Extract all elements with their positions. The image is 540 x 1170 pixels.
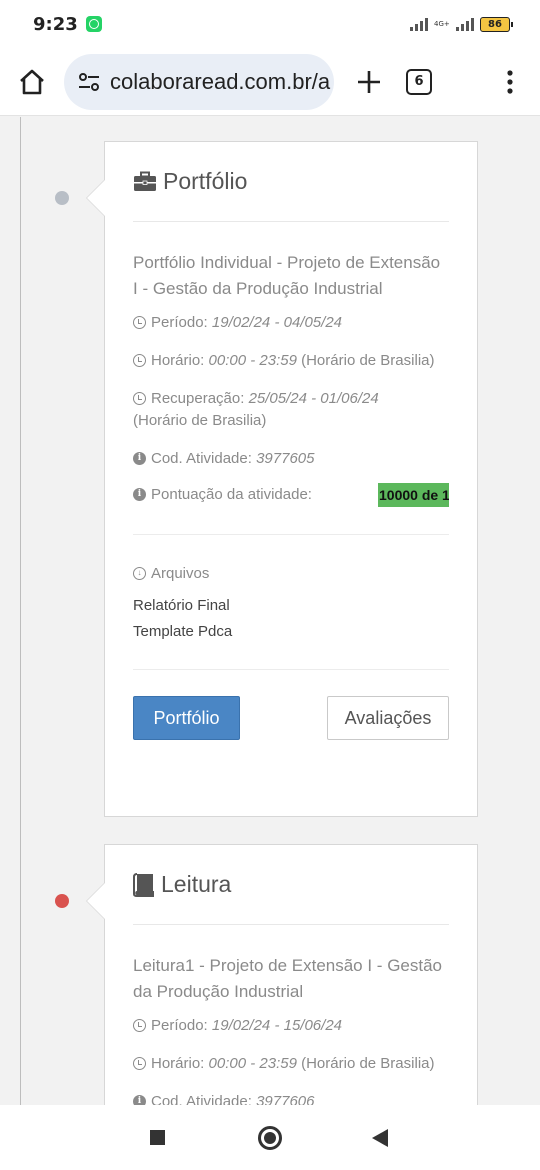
activity-title: Leitura1 - Projeto de Extensão I - Gestã… xyxy=(133,956,443,1001)
cell-signal-icon xyxy=(456,17,474,31)
card-type-label: Leitura xyxy=(161,871,232,897)
pontuacao-label: Pontuação da atividade: xyxy=(151,486,312,503)
recuperacao-label: Recuperação: xyxy=(151,390,245,407)
battery-icon: 86 xyxy=(480,16,513,32)
cod-atividade-row: i Cod. Atividade: 3977606 xyxy=(133,1091,449,1105)
periodo-row: Período: 19/02/24 - 04/05/24 xyxy=(133,312,449,334)
home-circle-icon[interactable] xyxy=(258,1126,282,1150)
timeline-card-leitura: Leitura Leitura1 - Projeto de Extensão I… xyxy=(86,844,478,1105)
clock-icon xyxy=(133,354,146,367)
info-icon: i xyxy=(133,452,146,465)
recuperacao-note: (Horário de Brasilia) xyxy=(133,412,267,429)
card-pointer xyxy=(86,882,105,920)
avaliacoes-button[interactable]: Avaliações xyxy=(327,696,449,740)
page-content: Portfólio Portfólio Individual - Projeto… xyxy=(0,117,540,1105)
whatsapp-icon xyxy=(85,16,102,32)
briefcase-icon xyxy=(134,171,156,191)
horario-value: 00:00 - 23:59 xyxy=(208,352,297,369)
tab-switcher-button[interactable]: 6 xyxy=(406,68,432,95)
clock-icon xyxy=(133,316,146,329)
cod-value: 3977605 xyxy=(256,450,315,467)
recuperacao-value: 25/05/24 - 01/06/24 xyxy=(248,390,379,407)
info-icon: i xyxy=(133,488,146,501)
network-type-label: 4G+ xyxy=(434,19,450,28)
activity-title: Portfólio Individual - Projeto de Extens… xyxy=(133,253,441,298)
more-vert-icon xyxy=(507,69,513,94)
address-bar[interactable]: colaboraread.com.br/a xyxy=(64,53,334,110)
card-header: Portfólio xyxy=(133,142,449,222)
horario-note: (Horário de Brasilia) xyxy=(301,352,435,369)
url-text[interactable]: colaboraread.com.br/a xyxy=(110,69,330,95)
home-button[interactable] xyxy=(0,48,64,116)
horario-note: (Horário de Brasilia) xyxy=(301,1055,435,1072)
cod-label: Cod. Atividade: xyxy=(151,1093,252,1105)
periodo-value: 19/02/24 - 15/06/24 xyxy=(211,1017,342,1034)
file-link[interactable]: Relatório Final xyxy=(133,593,449,619)
status-bar: 9:23 4G+ 86 xyxy=(0,0,540,48)
timeline-dot xyxy=(55,894,69,908)
timeline-card-portfolio: Portfólio Portfólio Individual - Projeto… xyxy=(86,141,478,817)
file-list: Relatório Final Template Pdca xyxy=(133,593,449,645)
horario-row: Horário: 00:00 - 23:59 (Horário de Brasi… xyxy=(133,1053,449,1075)
horario-label: Horário: xyxy=(151,352,205,369)
browser-toolbar: colaboraread.com.br/a 6 xyxy=(0,48,540,116)
horario-value: 00:00 - 23:59 xyxy=(208,1055,297,1072)
card-pointer xyxy=(86,179,105,217)
horario-row: Horário: 00:00 - 23:59 (Horário de Brasi… xyxy=(133,350,449,372)
recuperacao-note-row: (Horário de Brasilia) xyxy=(133,410,449,432)
info-icon: i xyxy=(133,1095,146,1105)
periodo-row: Período: 19/02/24 - 15/06/24 xyxy=(133,1015,449,1037)
book-icon xyxy=(133,872,154,897)
timeline-dot xyxy=(55,191,69,205)
action-buttons: Portfólio Avaliações xyxy=(133,696,449,740)
clock-icon xyxy=(133,1057,146,1070)
timeline-line xyxy=(20,117,21,1105)
periodo-value: 19/02/24 - 04/05/24 xyxy=(211,314,342,331)
home-icon xyxy=(20,69,44,94)
arquivos-label: Arquivos xyxy=(151,565,210,582)
score-badge: 10000 de 1 xyxy=(378,483,449,507)
horario-label: Horário: xyxy=(151,1055,205,1072)
section-divider xyxy=(133,669,449,670)
portfolio-button[interactable]: Portfólio xyxy=(133,696,240,740)
card-type-label: Portfólio xyxy=(163,168,248,194)
card-header: Leitura xyxy=(133,845,449,925)
recuperacao-row: Recuperação: 25/05/24 - 01/06/24 xyxy=(133,388,449,410)
cod-label: Cod. Atividade: xyxy=(151,450,252,467)
cod-value: 3977606 xyxy=(256,1093,315,1105)
new-tab-plus-icon xyxy=(358,70,380,93)
back-triangle-icon[interactable] xyxy=(372,1129,388,1147)
download-icon: ↓ xyxy=(133,567,146,580)
status-icons: 4G+ 86 xyxy=(410,16,513,32)
wifi-signal-icon xyxy=(410,17,428,31)
file-link[interactable]: Template Pdca xyxy=(133,619,449,645)
pontuacao-row: i Pontuação da atividade: 10000 de 1 xyxy=(133,483,449,507)
more-menu-button[interactable] xyxy=(480,48,540,116)
arquivos-row: ↓ Arquivos xyxy=(133,563,449,585)
cod-atividade-row: i Cod. Atividade: 3977605 xyxy=(133,448,449,470)
status-time: 9:23 xyxy=(33,13,78,35)
clock-icon xyxy=(133,1019,146,1032)
periodo-label: Período: xyxy=(151,1017,208,1034)
new-tab-button[interactable] xyxy=(334,48,404,116)
site-settings-icon[interactable] xyxy=(78,72,100,92)
section-divider xyxy=(133,534,449,535)
clock-icon xyxy=(133,392,146,405)
recents-square-icon[interactable] xyxy=(150,1130,165,1145)
system-nav-bar xyxy=(0,1105,540,1170)
periodo-label: Período: xyxy=(151,314,208,331)
